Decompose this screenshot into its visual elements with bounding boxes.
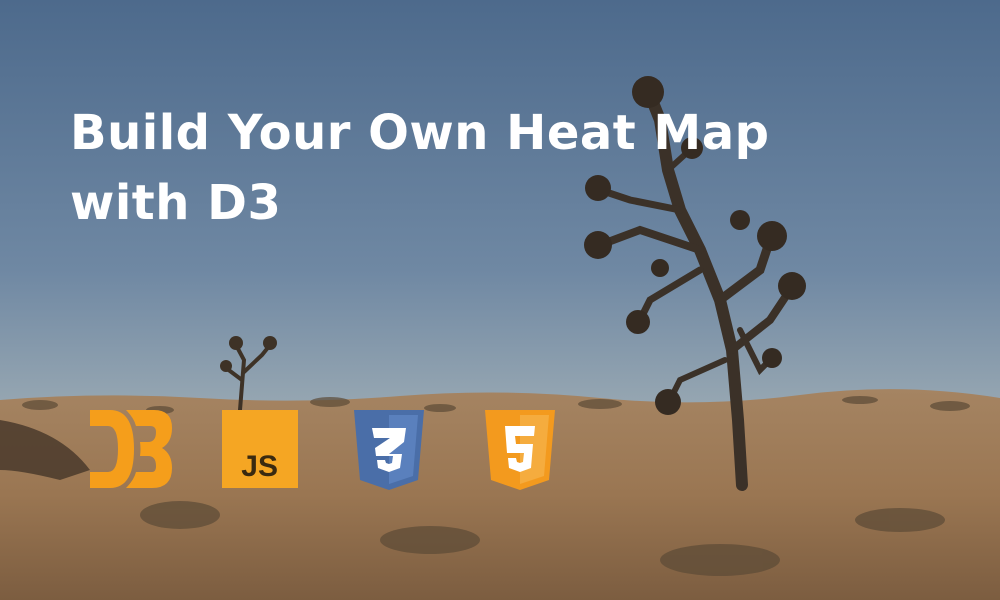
css3-logo: 3 (354, 410, 424, 490)
js-label: JS (241, 450, 278, 483)
html5-logo: 5 (485, 410, 555, 490)
hero-banner: Build Your Own Heat Map with D3 D3 JS 3 (0, 0, 1000, 600)
d3-logo: D3 (88, 408, 174, 490)
title-line-2: with D3 (70, 175, 282, 231)
page-title: Build Your Own Heat Map with D3 (70, 98, 890, 238)
javascript-logo: JS (222, 410, 298, 488)
desert-background-image (0, 0, 1000, 600)
title-line-1: Build Your Own Heat Map (70, 105, 770, 161)
